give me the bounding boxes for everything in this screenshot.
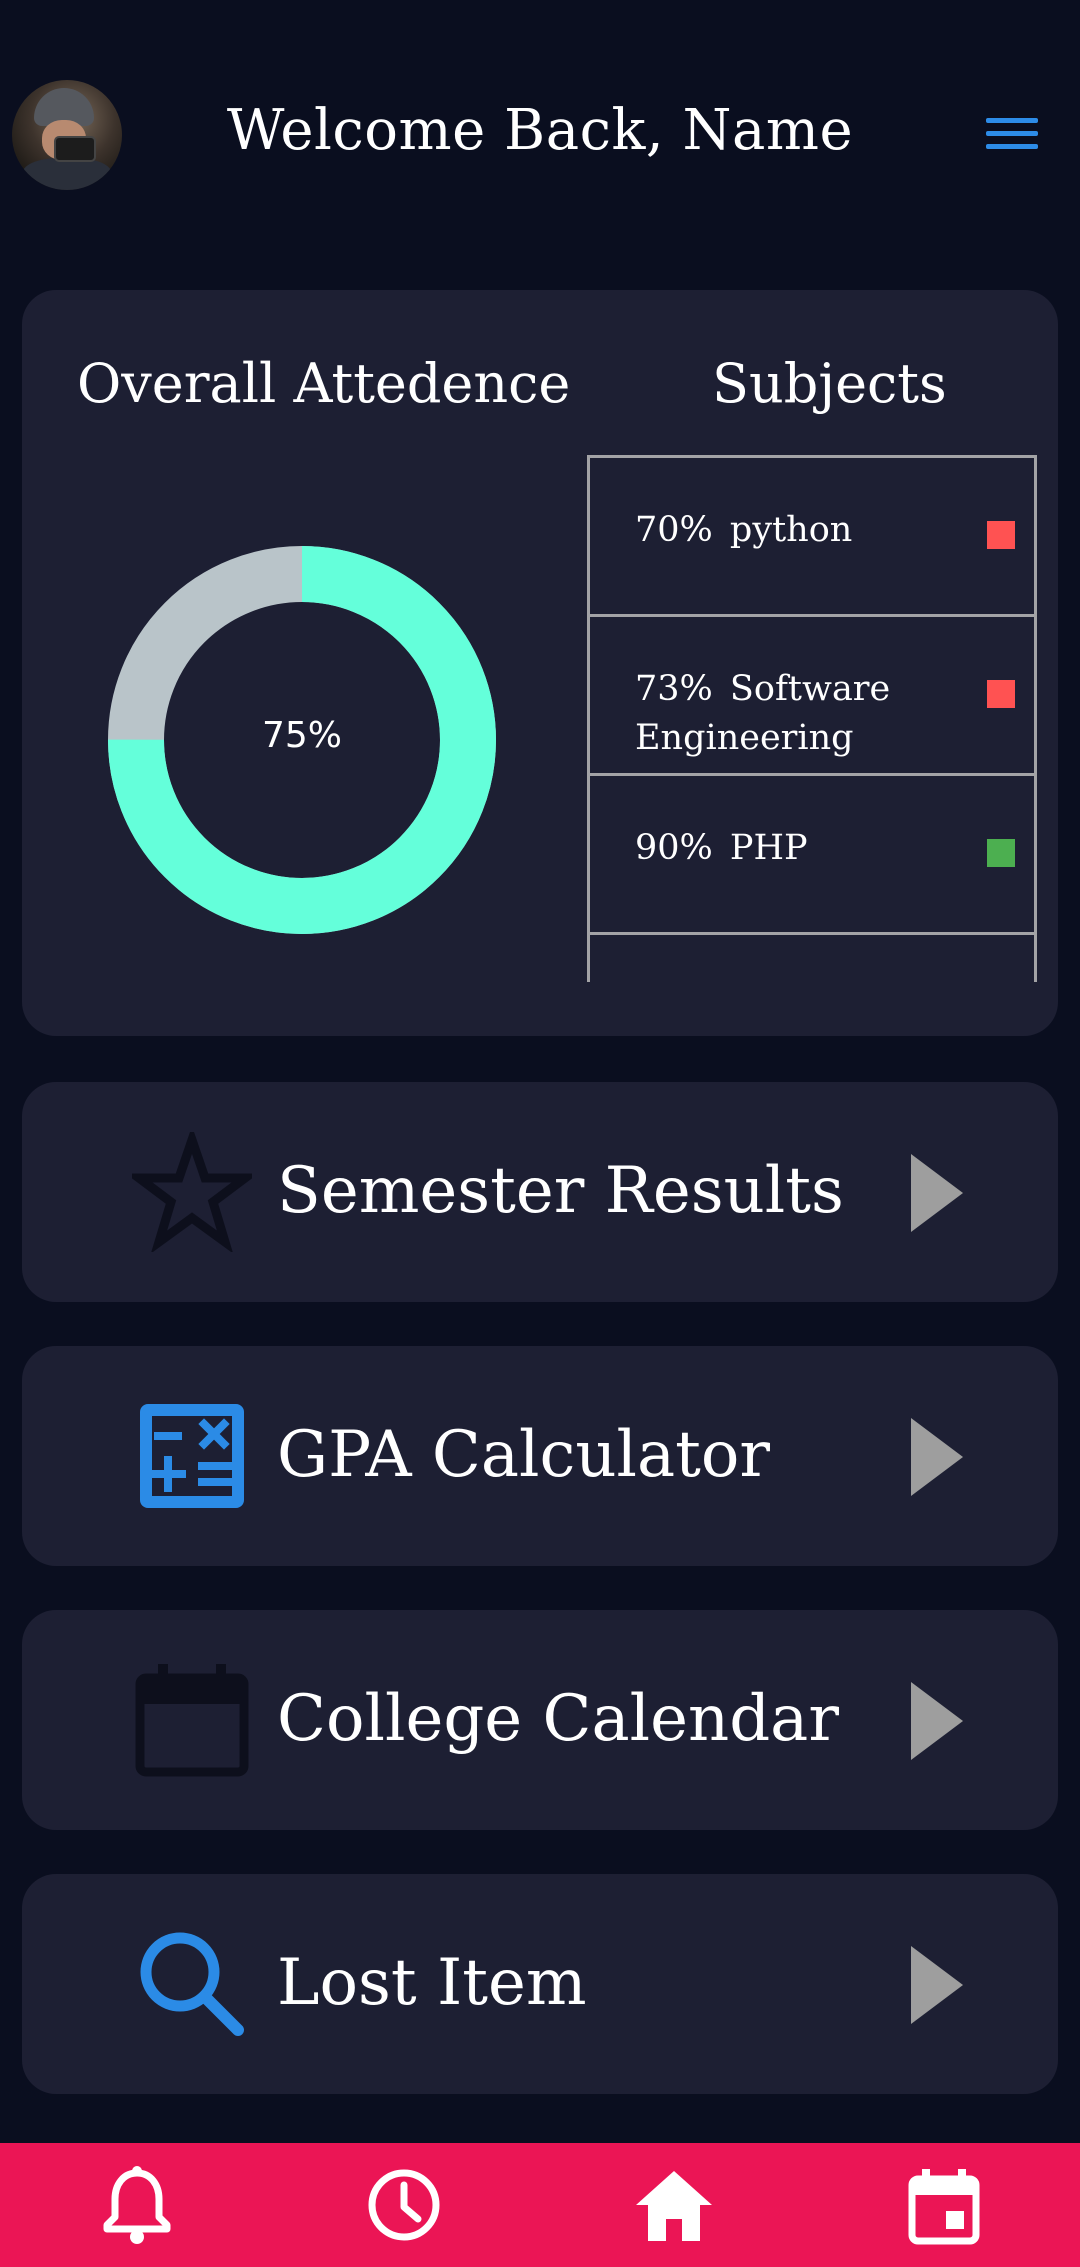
action-label: College Calendar [277,1682,839,1756]
welcome-title: Welcome Back, Name [226,98,854,163]
subject-text: 90% PHP [635,828,808,868]
attendance-percent: 75% [261,715,342,756]
lost-item-button[interactable]: Lost Item [22,1874,1058,2094]
subject-text: 70% python [635,510,853,550]
dashboard-screen: Welcome Back, Name Overall Attedence Sub… [0,0,1080,2267]
calculator-icon [140,1404,244,1508]
action-label: Semester Results [277,1154,844,1228]
subject-row-software-engineering[interactable]: 73% Software Engineering [590,617,1034,776]
gpa-calculator-button[interactable]: GPA Calculator [22,1346,1058,1566]
action-label: Lost Item [277,1946,587,2020]
bottom-navigation-bar [0,2143,1080,2267]
notifications-bell-icon[interactable] [95,2163,179,2247]
home-icon[interactable] [632,2163,716,2247]
chevron-right-icon [911,1154,963,1232]
chevron-right-icon [911,1682,963,1760]
header: Welcome Back, Name [0,0,1080,270]
event-calendar-icon[interactable] [902,2163,986,2247]
subject-row-empty [590,935,1034,982]
subject-status-indicator [987,680,1015,708]
subjects-title: Subjects [712,352,947,415]
search-icon [140,1932,244,2036]
hamburger-menu-icon[interactable] [986,118,1038,152]
college-calendar-button[interactable]: College Calendar [22,1610,1058,1830]
subject-status-indicator [987,521,1015,549]
calendar-icon [135,1664,249,1777]
semester-results-button[interactable]: Semester Results [22,1082,1058,1302]
subject-row-python[interactable]: 70% python [590,458,1034,617]
history-clock-icon[interactable] [362,2163,446,2247]
subject-text: 73% Software Engineering [635,669,891,758]
avatar[interactable] [12,80,122,190]
chevron-right-icon [911,1946,963,2024]
subjects-list[interactable]: 70% python 73% Software Engineering 90% … [587,455,1037,982]
subject-row-php[interactable]: 90% PHP [590,776,1034,935]
chevron-right-icon [911,1418,963,1496]
subject-status-indicator [987,839,1015,867]
attendance-card: Overall Attedence Subjects 75% 70% pytho… [22,290,1058,1036]
action-label: GPA Calculator [277,1418,770,1492]
star-icon [132,1132,252,1252]
attendance-title: Overall Attedence [77,352,571,415]
